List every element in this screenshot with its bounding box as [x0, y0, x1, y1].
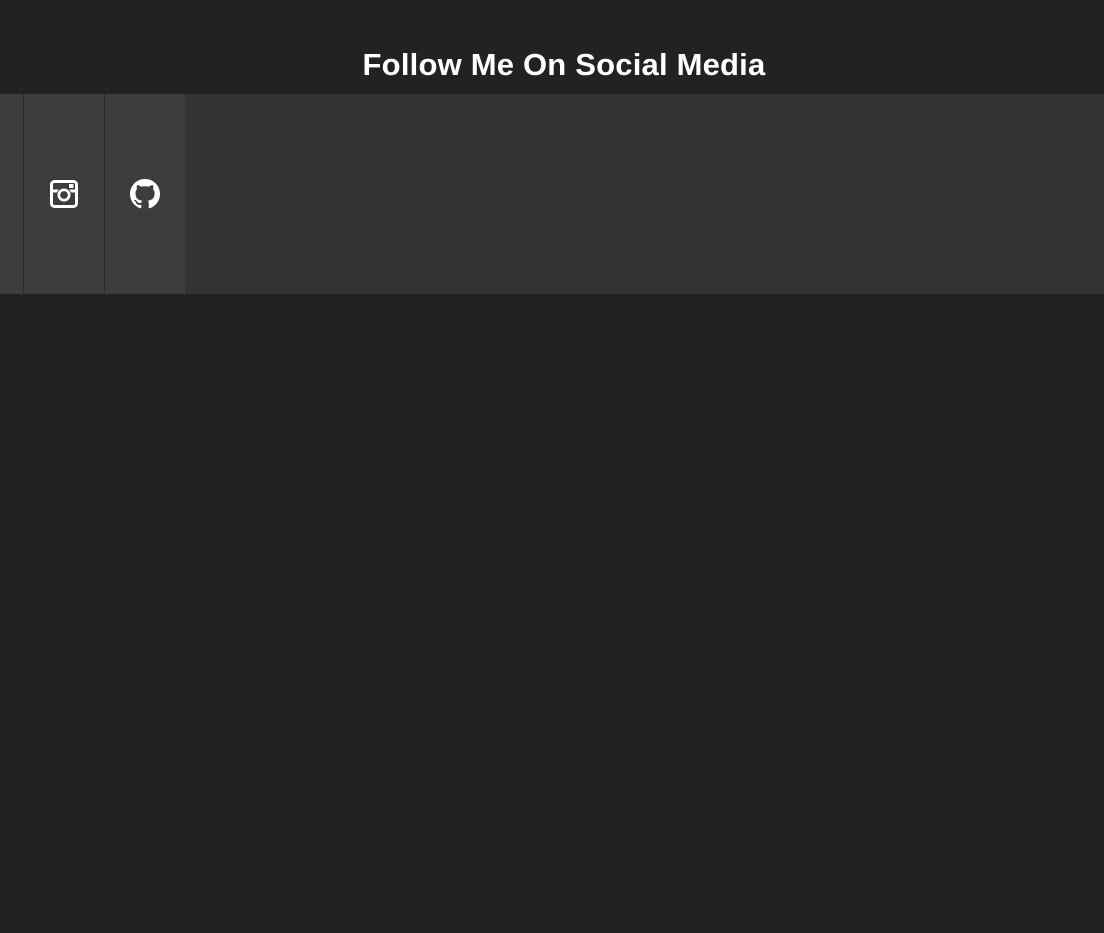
instagram-icon [50, 180, 78, 208]
bar-edge-tile [0, 94, 24, 294]
github-link[interactable] [105, 94, 185, 294]
social-links-bar [0, 94, 1104, 294]
instagram-link[interactable] [24, 94, 105, 294]
page: Follow Me On Social Media [0, 0, 1104, 933]
page-title: Follow Me On Social Media [362, 47, 766, 82]
github-icon [130, 179, 160, 209]
header: Follow Me On Social Media [0, 0, 1104, 94]
